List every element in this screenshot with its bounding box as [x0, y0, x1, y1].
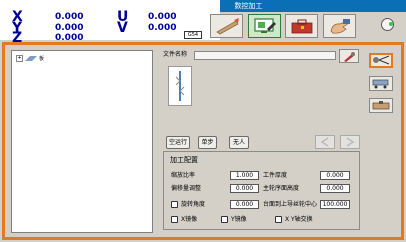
- machine-icon: [372, 101, 390, 110]
- side-cart-button[interactable]: [369, 76, 393, 91]
- toolbar-monitor-button[interactable]: [248, 14, 281, 38]
- axis-v-label: V: [117, 20, 128, 36]
- spindle-height-input[interactable]: 0.000: [320, 184, 350, 193]
- side-machine-button[interactable]: [369, 98, 393, 113]
- thickness-input[interactable]: 0.000: [320, 171, 350, 180]
- coordinates-panel: X 0.000 Y 0.000 Z 0.000 U 0.000 V 0.000 …: [0, 0, 220, 45]
- folder-icon: [25, 55, 37, 61]
- platform-label: 台面到上导丝轮中心: [263, 201, 318, 208]
- thickness-label: 工件厚度: [263, 172, 288, 179]
- part-preview: [168, 66, 192, 106]
- arrow-right-icon: [346, 137, 355, 147]
- unmanned-button[interactable]: 无人: [229, 136, 249, 149]
- side-wire-tool-button[interactable]: [369, 53, 393, 68]
- tree-root-label: 板: [39, 56, 45, 62]
- expand-icon[interactable]: +: [16, 55, 23, 62]
- open-file-button[interactable]: [339, 49, 359, 63]
- next-button[interactable]: [340, 135, 360, 149]
- knife-icon: [215, 18, 239, 35]
- hand-icon: [330, 19, 350, 34]
- file-name-label: 文件名称: [163, 51, 188, 58]
- offset-input[interactable]: 0.000: [230, 184, 259, 193]
- dry-run-button[interactable]: 空运行: [166, 136, 190, 149]
- axis-u-value: 0.000: [148, 12, 177, 22]
- x-mirror-label: X镜像: [181, 216, 198, 223]
- tree-root-item[interactable]: + 板: [16, 55, 44, 62]
- coordinate-system-badge: G54: [184, 31, 202, 39]
- xy-swap-label: X Y轴交换: [285, 216, 313, 223]
- wire-tool-icon: [373, 55, 390, 65]
- xy-swap-checkbox[interactable]: [275, 216, 282, 223]
- wire-path-icon: [175, 71, 185, 101]
- cart-icon: [372, 79, 389, 89]
- prev-button[interactable]: [315, 135, 335, 149]
- single-step-button[interactable]: 单步: [198, 136, 217, 149]
- x-mirror-checkbox[interactable]: [171, 216, 178, 223]
- monitor-icon: [253, 18, 276, 33]
- rotate-input[interactable]: 0.000: [230, 200, 259, 209]
- rotate-checkbox[interactable]: [171, 201, 178, 208]
- open-file-icon: [344, 51, 355, 62]
- offset-label: 偏移量调整: [171, 185, 202, 192]
- rotate-label: 旋转角度: [181, 201, 206, 208]
- spindle-height-label: 主轮序面高度: [263, 185, 300, 192]
- file-name-field[interactable]: [194, 51, 336, 60]
- toolbar-knife-button[interactable]: [210, 14, 243, 38]
- toolbar-hand-button[interactable]: [323, 14, 356, 38]
- platform-input[interactable]: 100.000: [320, 200, 350, 209]
- y-mirror-label: Y镜像: [231, 216, 247, 223]
- axis-v-value: 0.000: [148, 23, 177, 33]
- status-indicator: [381, 18, 394, 31]
- toolbar-toolbox-button[interactable]: [285, 14, 318, 38]
- axis-x-value: 0.000: [55, 12, 84, 22]
- config-title: 加工配置: [170, 156, 198, 164]
- arrow-left-icon: [320, 137, 329, 147]
- toolbox-icon: [291, 19, 312, 34]
- scale-label: 缩放比率: [171, 172, 196, 179]
- scale-input[interactable]: 1.000: [230, 171, 259, 180]
- file-tree[interactable]: + 板: [11, 50, 153, 233]
- y-mirror-checkbox[interactable]: [221, 216, 228, 223]
